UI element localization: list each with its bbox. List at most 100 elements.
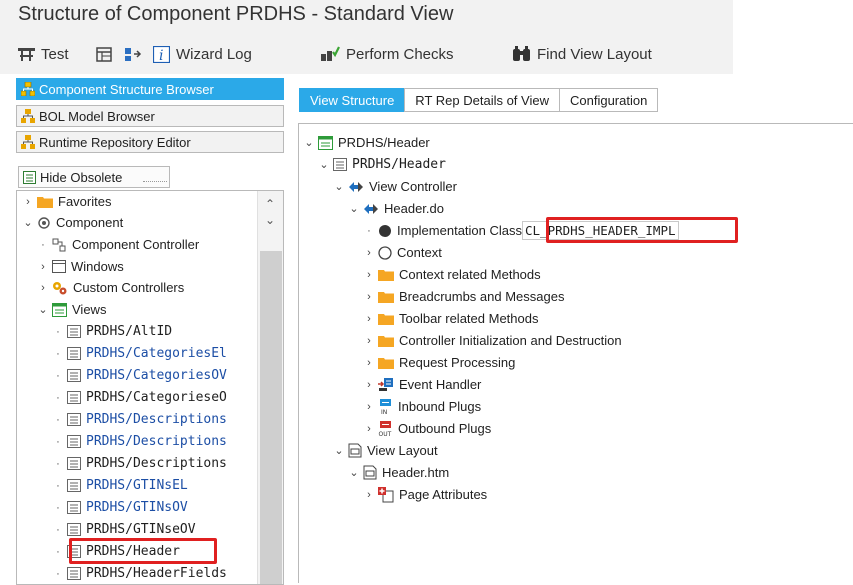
tree-label: Event Handler: [399, 377, 482, 392]
layout-button[interactable]: [96, 34, 118, 74]
tree-node-view-layout[interactable]: ⌄ View Layout: [333, 440, 438, 461]
chevron-down-icon[interactable]: ⌄: [318, 158, 330, 171]
view-icon: [67, 567, 81, 580]
tree-node-context[interactable]: › Context: [363, 242, 442, 263]
chevron-right-icon[interactable]: ›: [37, 282, 49, 294]
tree-node-request-processing[interactable]: › Request Processing: [363, 352, 515, 373]
info-icon: i: [153, 45, 170, 63]
chevron-down-icon[interactable]: ⌄: [333, 444, 345, 457]
chevron-down-icon[interactable]: ⌄: [265, 213, 275, 227]
tree-node-layout-file[interactable]: ⌄ Header.htm: [348, 462, 449, 483]
view-structure-tree: ⌄ PRDHS/Header ⌄ PRDHS/Header ⌄ View Con…: [298, 123, 853, 583]
chevron-right-icon[interactable]: ›: [363, 335, 375, 347]
view-item-descriptions-1[interactable]: · PRDHS/Descriptions: [52, 409, 227, 430]
tree-label: Views: [72, 302, 107, 317]
view-item-categoriesov[interactable]: · PRDHS/CategoriesOV: [52, 365, 227, 386]
chevron-right-icon[interactable]: ›: [22, 196, 34, 208]
chevron-right-icon[interactable]: ›: [363, 489, 375, 501]
assign-button[interactable]: [124, 34, 150, 74]
resize-grip[interactable]: [143, 181, 167, 185]
chevron-down-icon[interactable]: ⌄: [333, 180, 345, 193]
find-view-layout-button[interactable]: Find View Layout: [512, 34, 652, 74]
view-icon: [333, 158, 347, 171]
chevron-down-icon[interactable]: ⌄: [22, 216, 34, 229]
tree-node-component-controller[interactable]: · Component Controller: [37, 234, 199, 255]
tree-node-event-handler[interactable]: › Event Handler: [363, 374, 481, 395]
chevron-right-icon[interactable]: ›: [363, 291, 375, 303]
test-button[interactable]: Test: [18, 34, 69, 74]
chevron-right-icon[interactable]: ›: [363, 247, 375, 259]
tree-node-custom-controllers[interactable]: › Custom Controllers: [37, 277, 184, 298]
class-circle-icon: [379, 224, 391, 237]
window-icon: [52, 260, 66, 273]
tree-label: Request Processing: [399, 355, 516, 370]
tab-rt-rep-details[interactable]: RT Rep Details of View: [404, 88, 560, 112]
chevron-right-icon[interactable]: ›: [37, 261, 49, 273]
chevron-down-icon[interactable]: ⌄: [348, 202, 360, 215]
tree-node-context-methods[interactable]: › Context related Methods: [363, 264, 540, 285]
leaf-dot: ·: [56, 413, 60, 426]
tree-node-root[interactable]: ⌄ PRDHS/Header: [303, 132, 430, 153]
binoculars-icon: [513, 46, 530, 61]
folder-icon: [378, 314, 394, 325]
window-title: Structure of Component PRDHS - Standard …: [18, 3, 454, 25]
tree-label: View Layout: [367, 443, 438, 458]
chevron-right-icon[interactable]: ›: [363, 401, 375, 413]
tab-strip: View Structure RT Rep Details of View Co…: [299, 88, 659, 112]
tree-label: Inbound Plugs: [398, 399, 482, 414]
chevron-right-icon[interactable]: ›: [363, 313, 375, 325]
view-item-categoriesel[interactable]: · PRDHS/CategoriesEl: [52, 343, 227, 364]
leaf-dot: ·: [56, 501, 60, 514]
tree-label: PRDHS/HeaderFields: [86, 566, 227, 581]
tab-configuration[interactable]: Configuration: [558, 88, 659, 112]
tree-node-inbound-plugs[interactable]: › IN Inbound Plugs: [363, 396, 481, 417]
chevron-up-icon[interactable]: ⌃: [265, 197, 275, 211]
view-item-categorieseo[interactable]: · PRDHS/CategorieseO: [52, 387, 227, 408]
tree-node-favorites[interactable]: › Favorites: [22, 191, 111, 212]
view-item-gtinseov[interactable]: · PRDHS/GTINseOV: [52, 519, 195, 540]
view-item-gtinsov[interactable]: · PRDHS/GTINsOV: [52, 497, 188, 518]
view-item-descriptions-2[interactable]: · PRDHS/Descriptions: [52, 431, 227, 452]
wizard-log-button[interactable]: i Wizard Log: [153, 34, 252, 74]
bol-model-browser-button[interactable]: BOL Model Browser: [16, 105, 284, 127]
chevron-right-icon[interactable]: ›: [363, 357, 375, 369]
tree-node-view[interactable]: ⌄ PRDHS/Header: [318, 154, 446, 175]
leaf-dot: ·: [56, 545, 60, 558]
tree-label: PRDHS/Descriptions: [86, 456, 227, 471]
view-item-altid[interactable]: · PRDHS/AltID: [52, 321, 172, 342]
tree-node-component[interactable]: ⌄ Component: [22, 212, 123, 233]
component-structure-browser-button[interactable]: Component Structure Browser: [16, 78, 284, 100]
tree-node-views[interactable]: ⌄ Views: [37, 299, 106, 320]
tree-node-windows[interactable]: › Windows: [37, 256, 124, 277]
circle-icon: [378, 245, 392, 260]
chevron-down-icon[interactable]: ⌄: [348, 466, 360, 479]
tree-node-outbound-plugs[interactable]: › OUT Outbound Plugs: [363, 418, 491, 439]
tree-node-controller-init[interactable]: › Controller Initialization and Destruct…: [363, 330, 621, 351]
tree-label: PRDHS/Descriptions: [86, 412, 227, 427]
chevron-down-icon[interactable]: ⌄: [37, 303, 49, 316]
tree-node-controller-class[interactable]: ⌄ Header.do: [348, 198, 444, 219]
view-item-descriptions-3[interactable]: · PRDHS/Descriptions: [52, 453, 227, 474]
tab-view-structure[interactable]: View Structure: [299, 88, 406, 112]
checks-icon: [321, 46, 340, 61]
leaf-dot: ·: [56, 435, 60, 448]
perform-checks-button[interactable]: Perform Checks: [320, 34, 454, 74]
tree-scrollbar[interactable]: ⌃ ⌄: [257, 191, 283, 584]
tree-node-toolbar-methods[interactable]: › Toolbar related Methods: [363, 308, 538, 329]
chevron-right-icon[interactable]: ›: [363, 379, 375, 391]
tree-node-view-controller[interactable]: ⌄ View Controller: [333, 176, 457, 197]
views-icon: [52, 302, 67, 317]
controller-arrows-icon: [364, 203, 378, 214]
chevron-down-icon[interactable]: ⌄: [303, 136, 315, 149]
view-item-headerfields[interactable]: · PRDHS/HeaderFields: [52, 563, 227, 584]
runtime-repository-editor-button[interactable]: Runtime Repository Editor: [16, 131, 284, 153]
scrollbar-thumb[interactable]: [260, 251, 282, 584]
chevron-right-icon[interactable]: ›: [363, 423, 375, 435]
event-handler-icon: [378, 378, 393, 391]
tree-node-breadcrumbs[interactable]: › Breadcrumbs and Messages: [363, 286, 564, 307]
view-item-gtinsel[interactable]: · PRDHS/GTINsEL: [52, 475, 188, 496]
tree-label: PRDHS/Header: [338, 135, 430, 150]
tree-label: Page Attributes: [399, 487, 488, 502]
tree-node-page-attributes[interactable]: › Page Attributes: [363, 484, 487, 505]
chevron-right-icon[interactable]: ›: [363, 269, 375, 281]
